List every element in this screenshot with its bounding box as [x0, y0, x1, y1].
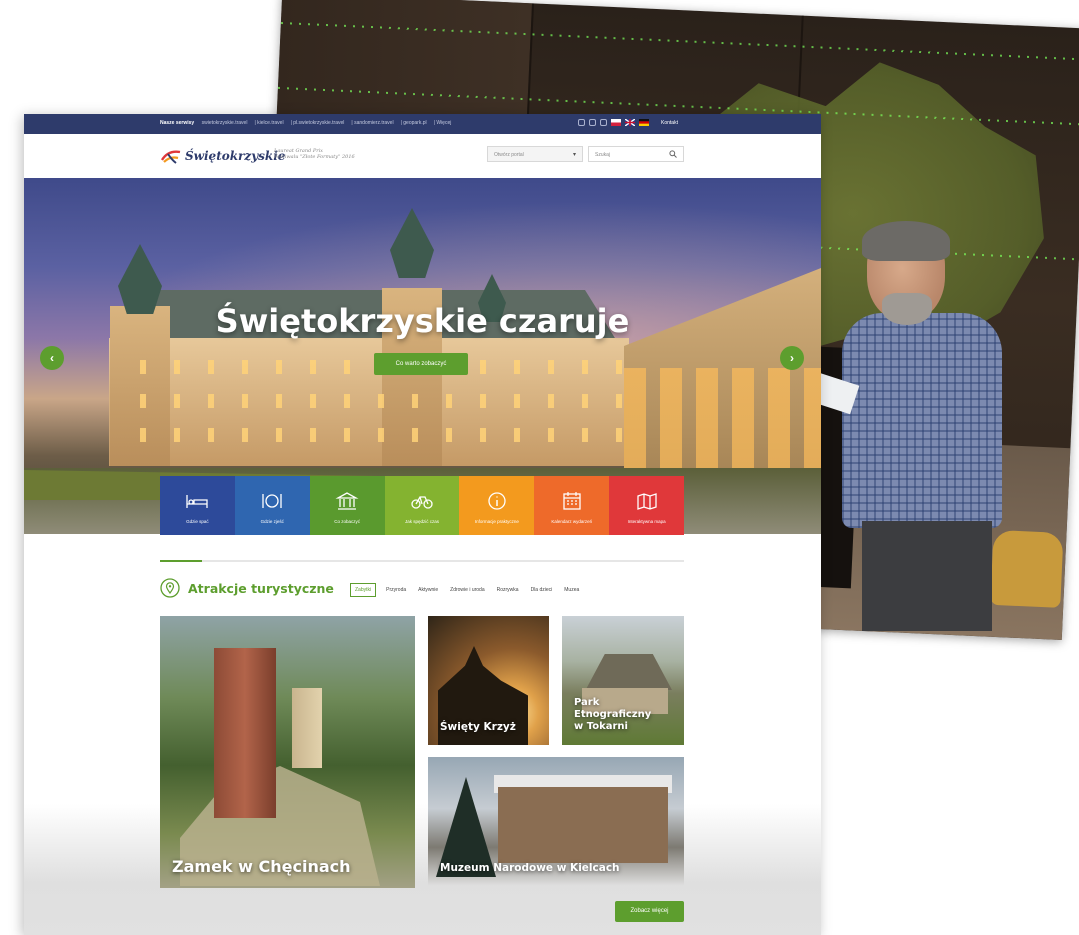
museum-icon: [335, 492, 359, 510]
service-link-more[interactable]: Więcej: [436, 120, 451, 126]
service-links-label: Nasze serwisy: [160, 120, 195, 126]
attraction-filters: Zabytki Przyroda Aktywnie Zdrowie i urod…: [350, 583, 581, 597]
tile-label: Interaktywna mapa: [627, 519, 666, 524]
youtube-icon[interactable]: [578, 119, 585, 126]
chevron-left-icon[interactable]: ‹: [40, 346, 64, 370]
portal-select[interactable]: Otwórz portal ▾: [487, 146, 583, 162]
filter-tab[interactable]: Przyroda: [384, 584, 408, 596]
bike-icon: [411, 496, 433, 509]
caret-down-icon: ▾: [572, 152, 576, 158]
card-caption: Muzeum Narodowe w Kielcach: [440, 862, 620, 874]
card-caption: Święty Krzyż: [440, 721, 516, 733]
calendar-icon: [563, 492, 581, 510]
tile-sleep[interactable]: Gdzie spać: [160, 476, 235, 535]
person-shirt: [842, 313, 1002, 528]
map-icon: [636, 493, 657, 510]
bed-icon: [186, 495, 209, 508]
search-icon[interactable]: [669, 150, 677, 158]
card-caption: Zamek w Chęcinach: [172, 857, 351, 876]
section-title: Atrakcje turystyczne: [188, 581, 334, 596]
tile-info[interactable]: Informacje praktyczne: [459, 476, 535, 535]
section-divider: [160, 560, 684, 562]
top-bar: Nasze serwisy swietokrzyskie.travel | kie…: [24, 114, 821, 134]
background-landscape: [24, 804, 821, 935]
flag-pl-icon[interactable]: [611, 119, 621, 126]
info-icon: [488, 492, 506, 510]
filter-tab[interactable]: Muzea: [562, 584, 581, 596]
flag-de-icon[interactable]: [639, 119, 649, 126]
flag-en-icon[interactable]: [625, 119, 635, 126]
tile-label: Co zobaczyć: [334, 519, 361, 524]
castle-tower: [214, 648, 276, 818]
attraction-card-muzeum[interactable]: Muzeum Narodowe w Kielcach: [428, 757, 684, 886]
category-tiles: Gdzie spać Gdzie zjeść Co zobaczyć Jak s…: [160, 476, 685, 535]
facebook-icon[interactable]: [589, 119, 596, 126]
tile-label: Gdzie spać: [186, 519, 209, 524]
filter-tab[interactable]: Rozrywka: [495, 584, 521, 596]
tile-label: Kalendarz wydarzeń: [551, 519, 593, 524]
service-link[interactable]: swietokrzyskie.travel: [202, 120, 248, 126]
logo-text[interactable]: Świętokrzyskie: [185, 149, 285, 163]
filter-tab[interactable]: Zdrowie i uroda: [448, 584, 486, 596]
filter-tab[interactable]: Dla dzieci: [529, 584, 555, 596]
tile-label: Gdzie zjeść: [260, 519, 284, 524]
contact-link[interactable]: Kontakt: [661, 120, 678, 126]
person-beard: [882, 293, 932, 325]
attraction-card-zamek[interactable]: Zamek w Chęcinach: [160, 616, 415, 888]
filter-tab-active[interactable]: Zabytki: [350, 583, 377, 597]
castle-tower: [292, 688, 322, 768]
see-more-button[interactable]: Zobacz więcej: [615, 901, 684, 922]
attraction-card-park[interactable]: Park Etnograficzny w Tokarni: [562, 616, 684, 745]
header: Świętokrzyskie Laureat Grand Prix Festiw…: [24, 134, 821, 178]
search-input[interactable]: Szukaj: [588, 146, 684, 162]
award-line: Festiwalu "Złote Formaty" 2016: [274, 154, 355, 160]
tile-activity[interactable]: Jak spędzić czas: [384, 476, 460, 535]
card-caption: Park Etnograficzny w Tokarni: [574, 697, 652, 732]
service-link[interactable]: sandomierz.travel: [354, 120, 393, 126]
tile-map[interactable]: Interaktywna mapa: [609, 476, 685, 535]
hero-cta-button[interactable]: Co warto zobaczyć: [374, 353, 468, 375]
service-link[interactable]: kielce.travel: [257, 120, 283, 126]
search-placeholder: Szukaj: [595, 152, 611, 158]
tile-see[interactable]: Co zobaczyć: [309, 476, 385, 535]
plate-icon: [262, 494, 282, 508]
award-note: Laureat Grand Prix Festiwalu "Złote Form…: [274, 148, 355, 160]
logo-mark-icon[interactable]: [160, 148, 182, 164]
tile-label: Informacje praktyczne: [474, 519, 519, 524]
service-links: Nasze serwisy swietokrzyskie.travel | kie…: [160, 120, 452, 126]
service-link[interactable]: pl.swietokrzyskie.travel: [293, 120, 344, 126]
tile-label: Jak spędzić czas: [405, 519, 440, 524]
website-mockup: Nasze serwisy swietokrzyskie.travel | kie…: [24, 114, 821, 935]
attraction-card-krzyz[interactable]: Święty Krzyż: [428, 616, 549, 745]
person-hair: [862, 221, 950, 261]
portal-select-value: Otwórz portal: [494, 152, 524, 158]
instagram-icon[interactable]: [600, 119, 607, 126]
service-link[interactable]: geopark.pl: [403, 120, 426, 126]
top-bar-right: Kontakt: [578, 119, 678, 126]
hero-title: Świętokrzyskie czaruje: [215, 302, 630, 340]
filter-tab[interactable]: Aktywnie: [416, 584, 440, 596]
section-divider-accent: [160, 560, 202, 562]
tile-eat[interactable]: Gdzie zjeść: [234, 476, 310, 535]
chevron-right-icon[interactable]: ›: [780, 346, 804, 370]
museum-building: [498, 787, 668, 863]
tile-calendar[interactable]: Kalendarz wydarzeń: [534, 476, 610, 535]
cottage-roof: [585, 654, 672, 690]
person-pants: [862, 521, 992, 631]
person: [800, 221, 1042, 631]
location-pin-icon: [160, 578, 180, 598]
